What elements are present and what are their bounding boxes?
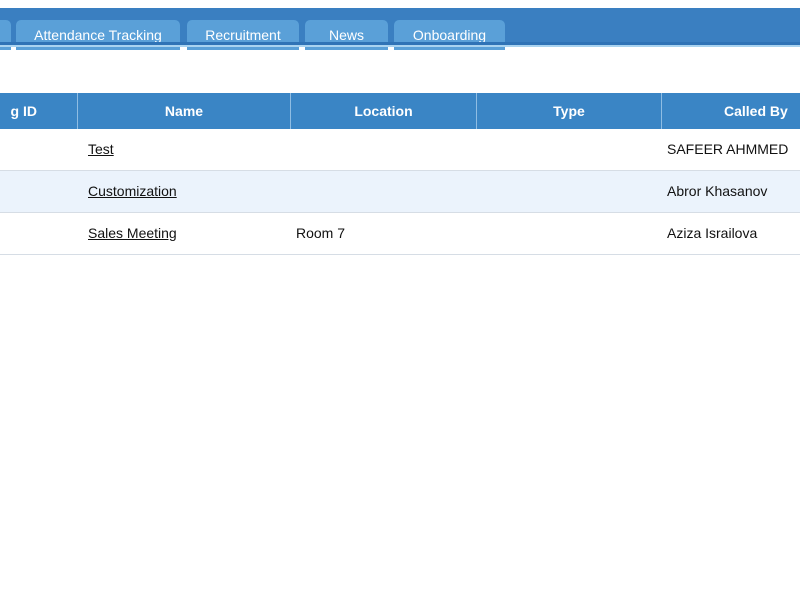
column-header-id[interactable]: g ID — [0, 93, 78, 129]
meeting-called-by-cell: Aziza Israilova — [667, 225, 758, 241]
table-row: Customization Abror Khasanov — [0, 171, 800, 213]
meeting-location-cell: Room 7 — [296, 225, 346, 241]
meeting-called-by-cell: SAFEER AHMMED — [667, 141, 789, 157]
column-header-location[interactable]: Location — [291, 93, 477, 129]
page: Attendance Tracking Recruitment News Onb… — [0, 0, 800, 600]
meetings-table: g ID Name Location Type Called By Test S… — [0, 93, 800, 255]
table-header: g ID Name Location Type Called By — [0, 93, 800, 129]
tab-bar-underline — [0, 42, 800, 47]
meeting-name-link[interactable]: Sales Meeting — [88, 225, 177, 241]
meeting-name-cell: Sales Meeting — [88, 213, 177, 254]
meeting-name-link[interactable]: Test — [88, 141, 114, 157]
column-header-called-by[interactable]: Called By — [662, 93, 800, 129]
column-header-type[interactable]: Type — [477, 93, 662, 129]
table-row: Sales Meeting Room 7 Aziza Israilova — [0, 213, 800, 255]
meeting-name-link[interactable]: Customization — [88, 183, 177, 199]
meeting-name-cell: Customization — [88, 171, 177, 212]
meeting-called-by-cell: Abror Khasanov — [667, 183, 768, 199]
tab-bar: Attendance Tracking Recruitment News Onb… — [0, 0, 800, 50]
meeting-name-cell: Test — [88, 129, 114, 170]
column-header-name[interactable]: Name — [78, 93, 291, 129]
table-row: Test SAFEER AHMMED — [0, 129, 800, 171]
